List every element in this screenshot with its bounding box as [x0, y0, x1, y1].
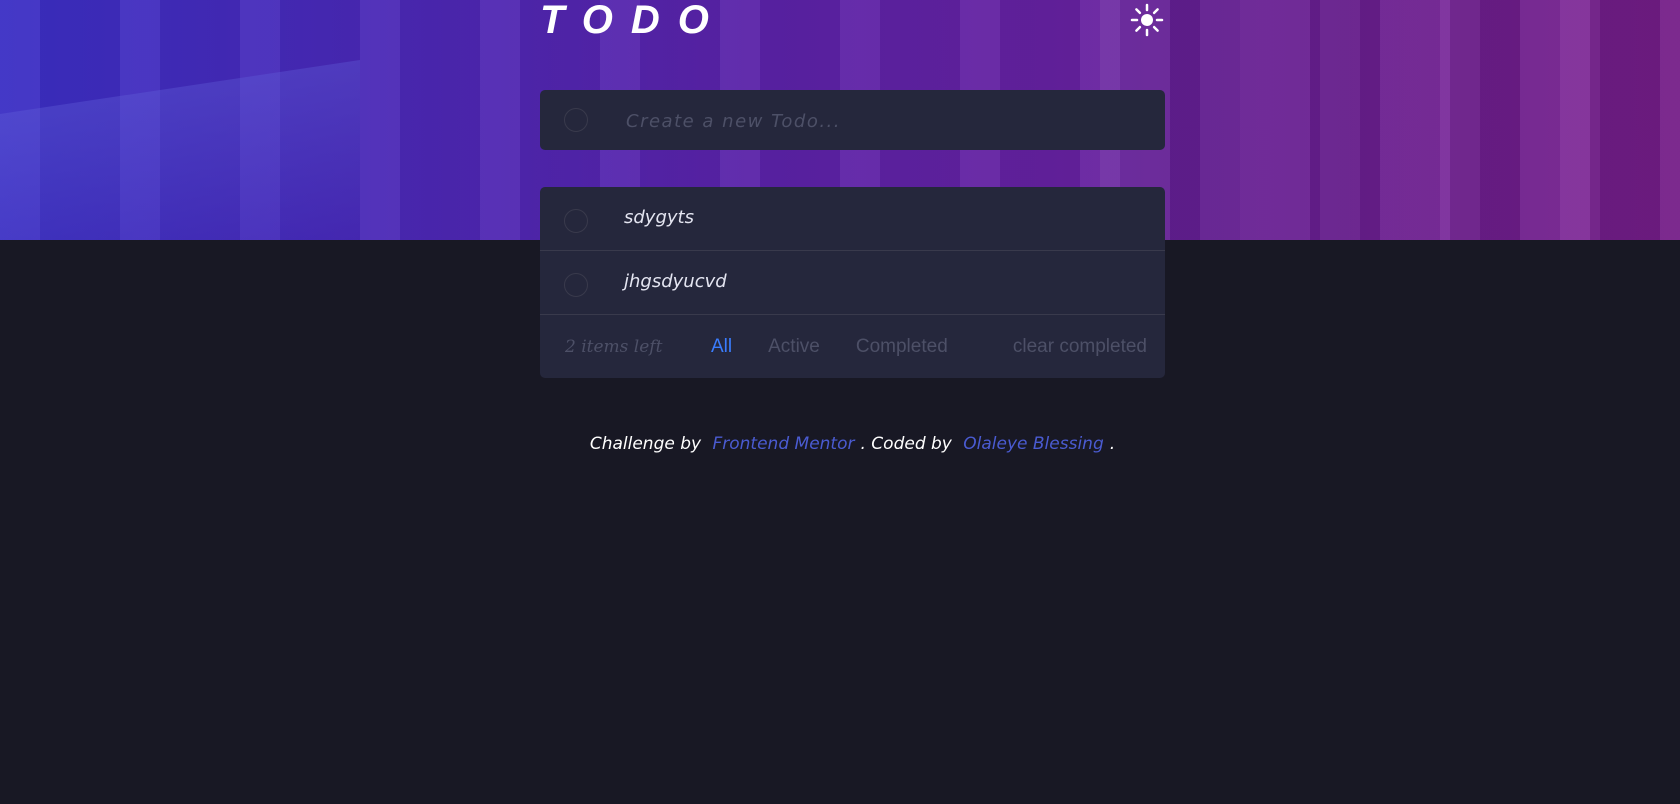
todo-text: jhgsdyucvd [624, 271, 727, 292]
items-left-count: 2 items left [565, 337, 663, 357]
attribution-suffix: . [1109, 434, 1116, 454]
header: TODO [540, 0, 1165, 60]
hero-pillars-image [1100, 0, 1680, 240]
filter-group: All Active Completed [711, 336, 948, 358]
todo-check-circle[interactable] [564, 273, 588, 297]
list-footer: 2 items left All Active Completed clear … [540, 315, 1165, 378]
filter-completed-button[interactable]: Completed [856, 336, 948, 358]
new-todo-check-circle[interactable] [564, 108, 588, 132]
todo-text: sdygyts [624, 207, 694, 228]
todo-check-circle[interactable] [564, 209, 588, 233]
new-todo-input[interactable] [624, 102, 1128, 140]
list-item[interactable]: sdygyts [540, 187, 1165, 251]
filter-active-button[interactable]: Active [768, 336, 820, 358]
filter-all-button[interactable]: All [711, 336, 732, 358]
frontend-mentor-link[interactable]: Frontend Mentor [712, 434, 854, 454]
sun-icon [1130, 3, 1164, 37]
todo-list: sdygyts jhgsdyucvd 2 items left All Acti… [540, 187, 1165, 378]
attribution-middle: . Coded by [860, 434, 952, 454]
app-title: TODO [540, 0, 727, 42]
attribution-prefix: Challenge by [589, 434, 702, 454]
app-container: TODO sdygyts [540, 0, 1165, 454]
hero-bridge-image [0, 60, 360, 240]
theme-toggle-button[interactable] [1129, 2, 1165, 38]
author-link[interactable]: Olaleye Blessing [963, 434, 1103, 454]
list-item[interactable]: jhgsdyucvd [540, 251, 1165, 315]
new-todo-bar [540, 90, 1165, 150]
attribution: Challenge by Frontend Mentor . Coded by O… [540, 434, 1165, 454]
clear-completed-button[interactable]: clear completed [1013, 336, 1147, 358]
